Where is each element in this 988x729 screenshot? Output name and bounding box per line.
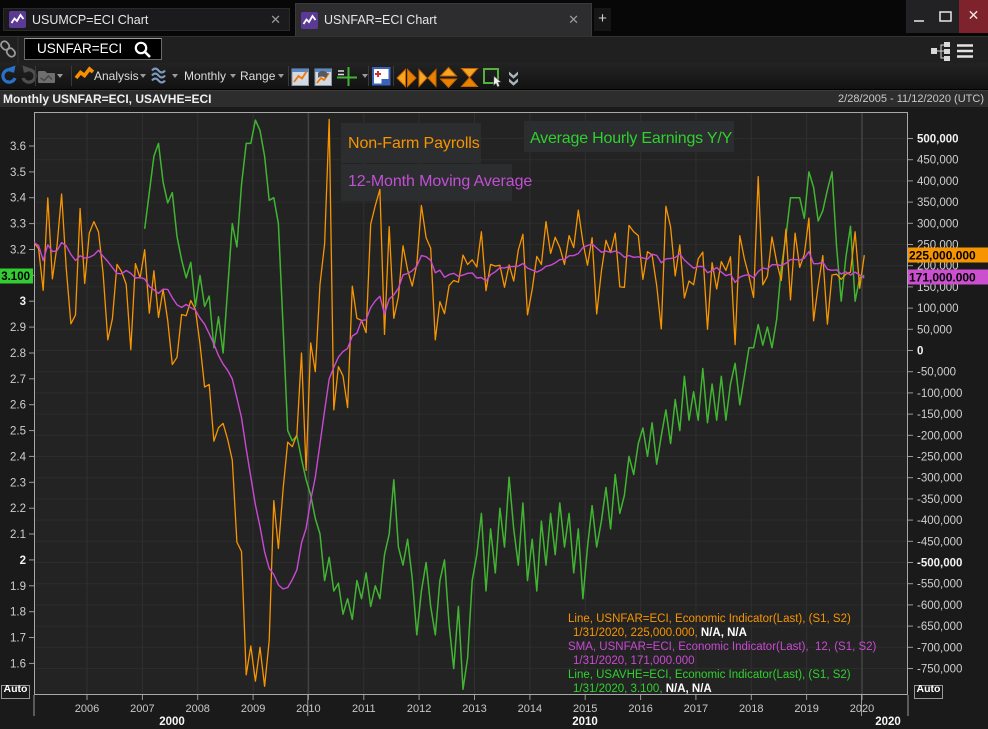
svg-text:2.9: 2.9 — [10, 322, 26, 334]
svg-text:-450,000: -450,000 — [917, 536, 962, 548]
svg-text:-250,000: -250,000 — [917, 452, 962, 464]
svg-text:2009: 2009 — [241, 703, 265, 715]
svg-text:-750,000: -750,000 — [917, 664, 962, 676]
svg-text:3.6: 3.6 — [10, 141, 26, 153]
svg-text:1/31/2020, 3.100, N/A, N/A: 1/31/2020, 3.100, N/A, N/A — [573, 683, 712, 695]
svg-text:2020: 2020 — [875, 716, 901, 728]
svg-text:1/31/2020, 171,000.000: 1/31/2020, 171,000.000 — [573, 655, 695, 667]
svg-text:450,000: 450,000 — [917, 155, 959, 167]
svg-text:-700,000: -700,000 — [917, 642, 962, 654]
svg-text:2010: 2010 — [296, 703, 320, 715]
svg-text:2015: 2015 — [573, 703, 597, 715]
svg-text:-50,000: -50,000 — [917, 367, 956, 379]
svg-text:SMA, USNFAR=ECI, Economic Indi: SMA, USNFAR=ECI, Economic Indicator(Last… — [568, 641, 877, 653]
svg-text:1.7: 1.7 — [10, 633, 26, 645]
svg-text:2.7: 2.7 — [10, 374, 26, 386]
svg-text:0: 0 — [917, 346, 923, 358]
svg-text:-600,000: -600,000 — [917, 600, 962, 612]
svg-text:Auto: Auto — [917, 683, 941, 695]
svg-text:1.6: 1.6 — [10, 658, 26, 670]
svg-text:Line, USNFAR=ECI, Economic Ind: Line, USNFAR=ECI, Economic Indicator(Las… — [568, 613, 851, 625]
svg-text:Non-Farm Payrolls: Non-Farm Payrolls — [348, 135, 480, 152]
svg-text:2010: 2010 — [572, 716, 598, 728]
svg-text:2019: 2019 — [794, 703, 818, 715]
svg-text:12-Month Moving Average: 12-Month Moving Average — [348, 173, 532, 190]
svg-text:300,000: 300,000 — [917, 218, 959, 230]
svg-text:2000: 2000 — [159, 716, 185, 728]
svg-text:2016: 2016 — [628, 703, 652, 715]
svg-text:171,000.000: 171,000.000 — [909, 271, 976, 285]
svg-text:2.8: 2.8 — [10, 348, 26, 360]
svg-text:350,000: 350,000 — [917, 197, 959, 209]
svg-text:2017: 2017 — [684, 703, 708, 715]
svg-text:500,000: 500,000 — [917, 134, 959, 146]
svg-text:2.5: 2.5 — [10, 426, 26, 438]
svg-text:3.5: 3.5 — [10, 167, 26, 179]
svg-text:400,000: 400,000 — [917, 176, 959, 188]
svg-text:225,000.000: 225,000.000 — [909, 249, 976, 263]
svg-text:100,000: 100,000 — [917, 303, 959, 315]
svg-text:Average Hourly Earnings Y/Y: Average Hourly Earnings Y/Y — [530, 130, 733, 147]
svg-text:-650,000: -650,000 — [917, 621, 962, 633]
svg-text:1.8: 1.8 — [10, 607, 26, 619]
svg-text:-400,000: -400,000 — [917, 515, 962, 527]
svg-text:50,000: 50,000 — [917, 324, 952, 336]
svg-text:-300,000: -300,000 — [917, 473, 962, 485]
svg-text:2008: 2008 — [185, 703, 209, 715]
svg-text:-550,000: -550,000 — [917, 579, 962, 591]
svg-text:3.3: 3.3 — [10, 219, 26, 231]
svg-text:-350,000: -350,000 — [917, 494, 962, 506]
svg-text:2.2: 2.2 — [10, 503, 26, 515]
svg-text:3: 3 — [20, 296, 26, 308]
svg-text:Auto: Auto — [4, 683, 28, 695]
svg-text:-200,000: -200,000 — [917, 430, 962, 442]
svg-text:2: 2 — [20, 555, 26, 567]
svg-text:1/31/2020, 225,000.000, N/A, N: 1/31/2020, 225,000.000, N/A, N/A — [573, 627, 747, 639]
svg-text:2006: 2006 — [75, 703, 99, 715]
svg-text:3.2: 3.2 — [10, 245, 26, 257]
svg-text:2014: 2014 — [518, 703, 542, 715]
svg-text:3.4: 3.4 — [10, 193, 27, 205]
svg-text:3.100: 3.100 — [1, 271, 30, 283]
svg-text:2011: 2011 — [352, 703, 376, 715]
svg-text:2018: 2018 — [739, 703, 763, 715]
svg-text:2013: 2013 — [462, 703, 486, 715]
svg-text:2012: 2012 — [407, 703, 431, 715]
svg-text:1.9: 1.9 — [10, 581, 26, 593]
svg-text:-150,000: -150,000 — [917, 409, 962, 421]
svg-text:2.6: 2.6 — [10, 400, 26, 412]
svg-text:-100,000: -100,000 — [917, 388, 962, 400]
svg-text:2.1: 2.1 — [10, 529, 26, 541]
svg-text:-500,000: -500,000 — [917, 558, 962, 570]
svg-text:2007: 2007 — [130, 703, 154, 715]
svg-text:2020: 2020 — [850, 703, 874, 715]
svg-text:2.4: 2.4 — [10, 451, 27, 463]
svg-text:2.3: 2.3 — [10, 477, 26, 489]
svg-text:Line, USAVHE=ECI, Economic Ind: Line, USAVHE=ECI, Economic Indicator(Las… — [568, 669, 851, 681]
